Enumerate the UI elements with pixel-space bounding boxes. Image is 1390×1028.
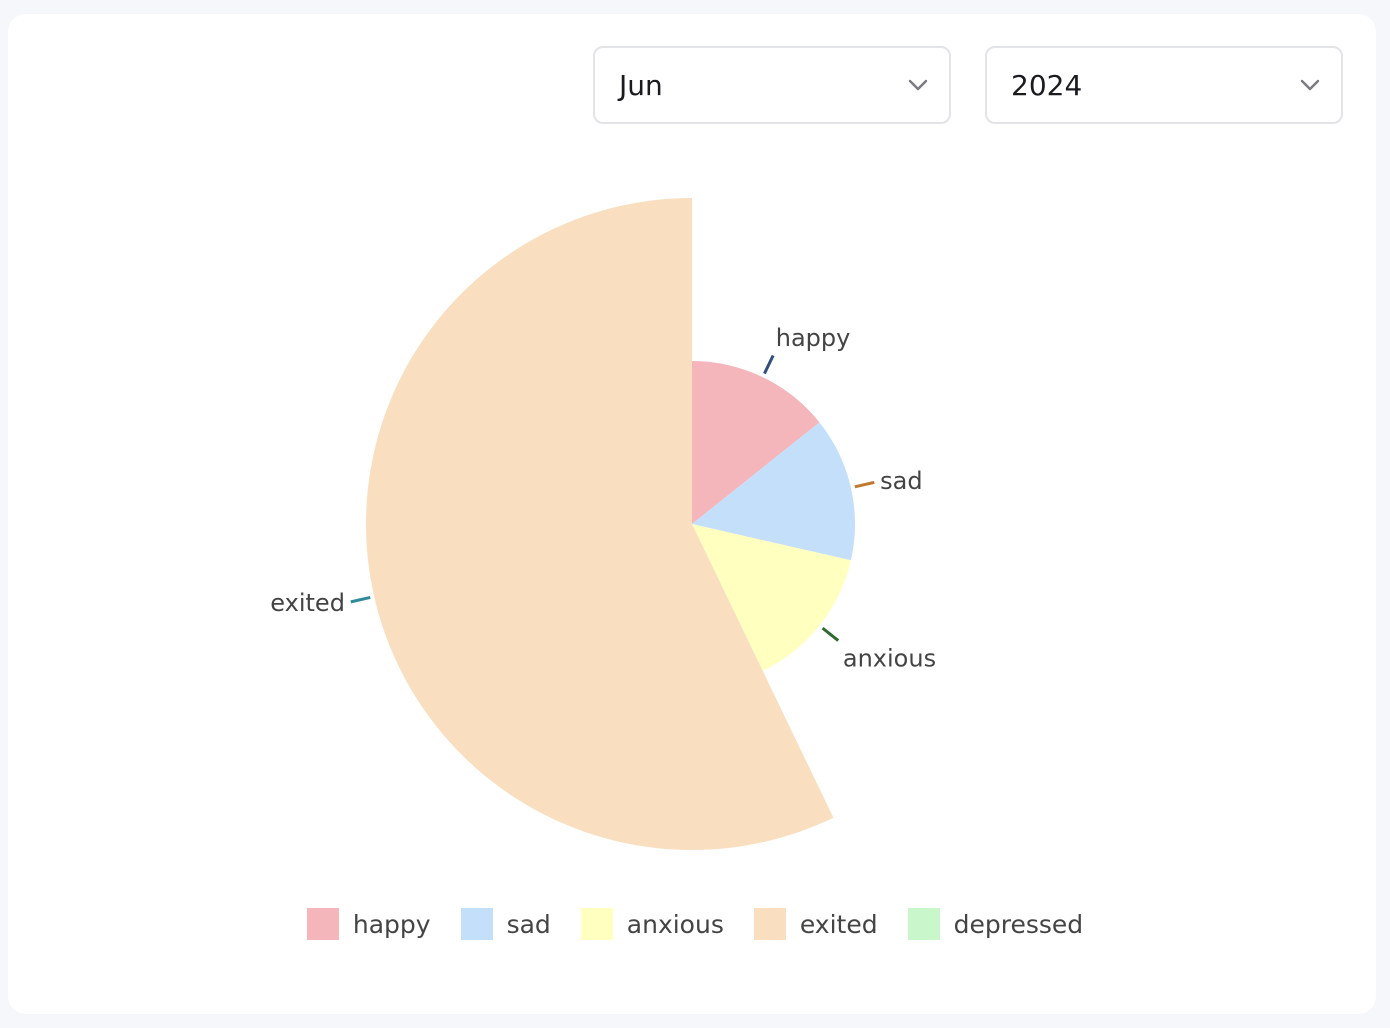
legend-item-depressed[interactable]: depressed	[907, 908, 1084, 940]
slice-label-anxious: anxious	[843, 644, 936, 672]
legend-swatch	[580, 908, 613, 940]
slice-label-exited: exited	[270, 589, 345, 617]
legend-item-anxious[interactable]: anxious	[580, 908, 724, 940]
leader-line-sad	[854, 480, 875, 489]
slice-label-sad: sad	[880, 467, 922, 495]
leader-line-anxious	[821, 626, 840, 642]
legend-label: sad	[506, 909, 551, 939]
rose-pie-chart: happy sad anxious exited	[270, 198, 936, 851]
legend-label: anxious	[626, 909, 724, 939]
legend-item-happy[interactable]: happy	[306, 908, 431, 940]
legend-item-exited[interactable]: exited	[753, 908, 878, 940]
legend-swatch	[907, 908, 940, 940]
legend-label: exited	[799, 909, 878, 939]
slice-label-happy: happy	[776, 324, 851, 352]
legend-swatch	[306, 908, 339, 940]
legend-swatch	[460, 908, 493, 940]
legend-label: depressed	[953, 909, 1084, 939]
legend-item-sad[interactable]: sad	[460, 908, 551, 940]
legend-swatch	[753, 908, 786, 940]
leader-line-exited	[350, 595, 371, 604]
chart-legend: happy sad anxious exited depressed	[0, 908, 1390, 940]
leader-line-happy	[763, 354, 775, 375]
legend-label: happy	[352, 909, 431, 939]
